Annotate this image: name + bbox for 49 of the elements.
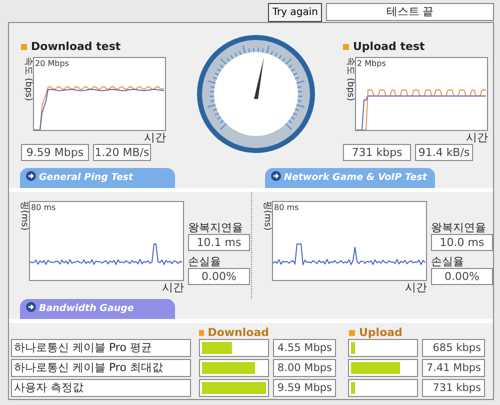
bullet-icon [343, 44, 349, 50]
bullet-icon [21, 44, 27, 50]
loss-field: 0.00% [431, 268, 493, 286]
axis-label: 시간 [144, 131, 166, 144]
field-label: 손실율 [188, 255, 222, 268]
row-label: 사용자 측정값 [11, 379, 191, 397]
value-field: 8.00 Mbps [273, 359, 336, 377]
status-field: 테스트 끝 [326, 3, 494, 21]
scale-label: 80 ms [31, 203, 56, 213]
axis-label: 시간 [466, 131, 488, 144]
arrow-icon [26, 302, 36, 312]
axis-label: 속도 (bps) [22, 57, 33, 104]
column-header: Download [208, 326, 269, 340]
reading-field: 731 kbps [343, 144, 411, 162]
value-field: 4.55 Mbps [273, 339, 336, 357]
axis-label: 속도 (bps) [344, 57, 355, 104]
retry-button[interactable]: Try again [268, 3, 322, 22]
axis-label: 시간 [162, 281, 184, 294]
scale-label: 20 Mbps [35, 59, 69, 69]
arrow-icon [271, 171, 281, 181]
value-field: 9.59 Mbps [273, 379, 336, 397]
bullet-icon [349, 330, 355, 336]
value-field: 685 kbps [422, 339, 485, 357]
value-field: 731 kbps [422, 379, 485, 397]
scale-label: 2 Mbps [357, 59, 386, 69]
chart-title: Download test [31, 40, 121, 54]
arrow-icon [26, 171, 36, 181]
axis-label: 핑(ms) [261, 201, 272, 232]
reading-field: 91.4 kB/s [415, 144, 473, 162]
row-label: 하나로통신 케이블 Pro 평균 [11, 339, 191, 357]
reading-field: 1.20 MB/s [93, 144, 151, 162]
value-field: 7.41 Mbps [422, 359, 485, 377]
axis-label: 시간 [405, 281, 427, 294]
chart-title: Upload test [353, 40, 425, 54]
field-label: 손실율 [431, 255, 465, 268]
column-header: Upload [359, 326, 402, 340]
latency-field: 10.0 ms [431, 234, 493, 252]
ping-test-tab[interactable]: General Ping Test [20, 168, 175, 188]
bullet-icon [199, 330, 204, 336]
axis-label: 핑(ms) [18, 201, 29, 232]
latency-field: 10.1 ms [188, 234, 250, 252]
row-label: 하나로통신 케이블 Pro 최대값 [11, 359, 191, 377]
ping-test-tab[interactable]: Network Game & VoIP Test [265, 168, 435, 188]
field-label: 왕복지연율 [431, 221, 487, 234]
field-label: 왕복지연율 [188, 221, 244, 234]
scale-label: 80 ms [274, 203, 299, 213]
loss-field: 0.00% [188, 268, 250, 286]
reading-field: 9.59 Mbps [21, 144, 89, 162]
gauge-tab[interactable]: Bandwidth Gauge [20, 299, 175, 319]
